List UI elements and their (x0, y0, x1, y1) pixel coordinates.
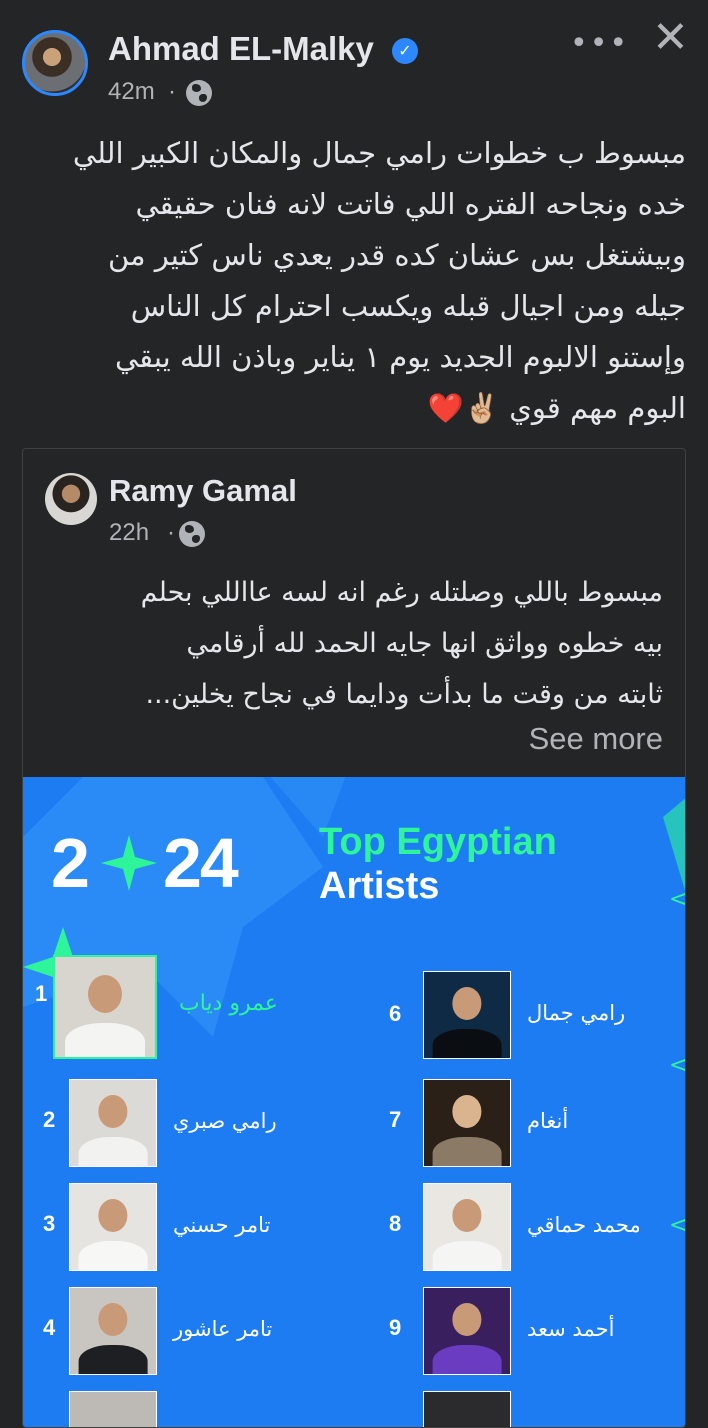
diamond-star-icon (101, 835, 157, 891)
artist-photo-body (78, 1344, 148, 1374)
shared-text-line: ثابته من وقت ما بدأت ودايما في نجاح يخلي… (145, 679, 663, 710)
artist-rank: 2 (43, 1107, 56, 1132)
post-text-line: جيله ومن اجيال قبله ويكسب احترام كل النا… (130, 289, 686, 323)
artist-photo[interactable] (69, 1079, 157, 1167)
artist-photo-head (452, 1095, 482, 1129)
artist-photo[interactable] (53, 955, 157, 1059)
meta-separator: · (168, 78, 176, 105)
banner-title-line1: Top Egyptian (319, 821, 557, 863)
shared-timestamp[interactable]: 22h (109, 519, 149, 547)
artist-photo-body (432, 1028, 502, 1058)
post-text-line: البوم مهم قوي ✌🏼❤️ (427, 391, 686, 425)
artist-photo-body (65, 1023, 145, 1057)
artist-photo-head (452, 1303, 482, 1337)
artist-photo-head (98, 1095, 128, 1129)
author-name[interactable]: Ahmad EL-Malky (108, 30, 374, 68)
artist-photo-body (78, 1240, 148, 1270)
artist-rank: 7 (389, 1107, 402, 1132)
artist-photo-head (98, 1199, 128, 1233)
post-text-line: مبسوط ب خطوات رامي جمال والمكان الكبير ا… (72, 136, 686, 170)
artist-photo-head (452, 1199, 482, 1233)
edge-accent-icon: < (669, 887, 686, 912)
artist-rank: 8 (389, 1211, 402, 1236)
artist-name: رامي جمال (527, 1001, 626, 1025)
artist-photo-body (432, 1136, 502, 1166)
post-text-line: وإستنو الالبوم الجديد يوم ١ يناير وباذن … (115, 340, 686, 374)
post-text-line: خده ونجاحه الفتره اللي فاتت لانه فنان حق… (135, 187, 687, 221)
artist-photo[interactable] (69, 1183, 157, 1271)
artist-photo[interactable] (423, 1079, 511, 1167)
artist-photo-body (78, 1136, 148, 1166)
artist-photo-head (452, 987, 482, 1021)
verified-badge-icon: ✓ (392, 38, 418, 64)
globe-icon (186, 80, 212, 106)
banner-year-left: 2 (51, 824, 90, 902)
more-options-icon[interactable]: ••• (570, 26, 629, 61)
close-icon[interactable]: ✕ (652, 16, 689, 60)
artist-rank: 9 (389, 1315, 402, 1340)
artist-rank: 6 (389, 1001, 402, 1026)
shared-post-text: مبسوط باللي وصلتله رغم انه لسه عااللي بح… (43, 567, 663, 720)
shared-text-line: بيه خطوه وواثق انها جايه الحمد لله أرقام… (186, 628, 663, 659)
artist-photo[interactable] (423, 971, 511, 1059)
artist-name: تامر حسني (173, 1213, 271, 1237)
artist-rank: 3 (43, 1211, 56, 1236)
edge-accent-icon: < (669, 1053, 686, 1078)
post-text-line: وبيشتغل بس عشان كده قدر يعدي ناس كتير من (107, 238, 686, 272)
artist-rank: 4 (43, 1315, 56, 1340)
artist-name: عمرو دياب (179, 991, 278, 1016)
top-artists-banner[interactable]: 2 24 Top Egyptian Artists 1 عمرو دياب 2 … (23, 777, 686, 1427)
artist-name: أحمد سعد (527, 1317, 615, 1341)
author-avatar[interactable] (22, 30, 88, 96)
artist-photo[interactable] (423, 1287, 511, 1375)
edge-accent-icon: < (669, 1213, 686, 1238)
artist-photo-body (432, 1344, 502, 1374)
shared-text-line: مبسوط باللي وصلتله رغم انه لسه عااللي بح… (140, 577, 663, 608)
artist-name: تامر عاشور (173, 1317, 273, 1341)
artist-name: أنغام (527, 1109, 569, 1133)
artist-rank: 1 (35, 981, 48, 1006)
artist-photo[interactable] (69, 1287, 157, 1375)
meta-separator: · (167, 519, 175, 546)
artist-photo[interactable] (69, 1391, 157, 1427)
globe-icon (179, 521, 205, 547)
post-text: مبسوط ب خطوات رامي جمال والمكان الكبير ا… (26, 128, 686, 434)
banner-year-right: 24 (163, 824, 239, 902)
banner-title-line2: Artists (319, 865, 440, 907)
artist-name: محمد حماقي (527, 1213, 641, 1237)
shared-author-avatar[interactable] (45, 473, 97, 525)
artist-photo[interactable] (423, 1183, 511, 1271)
shared-post-card[interactable]: Ramy Gamal 22h · مبسوط باللي وصلتله رغم … (22, 448, 686, 1428)
post-timestamp[interactable]: 42m (108, 78, 155, 106)
artist-name: رامي صبري (173, 1109, 277, 1133)
artist-photo[interactable] (423, 1391, 511, 1427)
shared-author-name[interactable]: Ramy Gamal (109, 473, 297, 509)
see-more-link[interactable]: See more (529, 721, 663, 757)
artist-photo-body (432, 1240, 502, 1270)
artist-photo-head (88, 975, 122, 1013)
artist-photo-head (98, 1303, 128, 1337)
